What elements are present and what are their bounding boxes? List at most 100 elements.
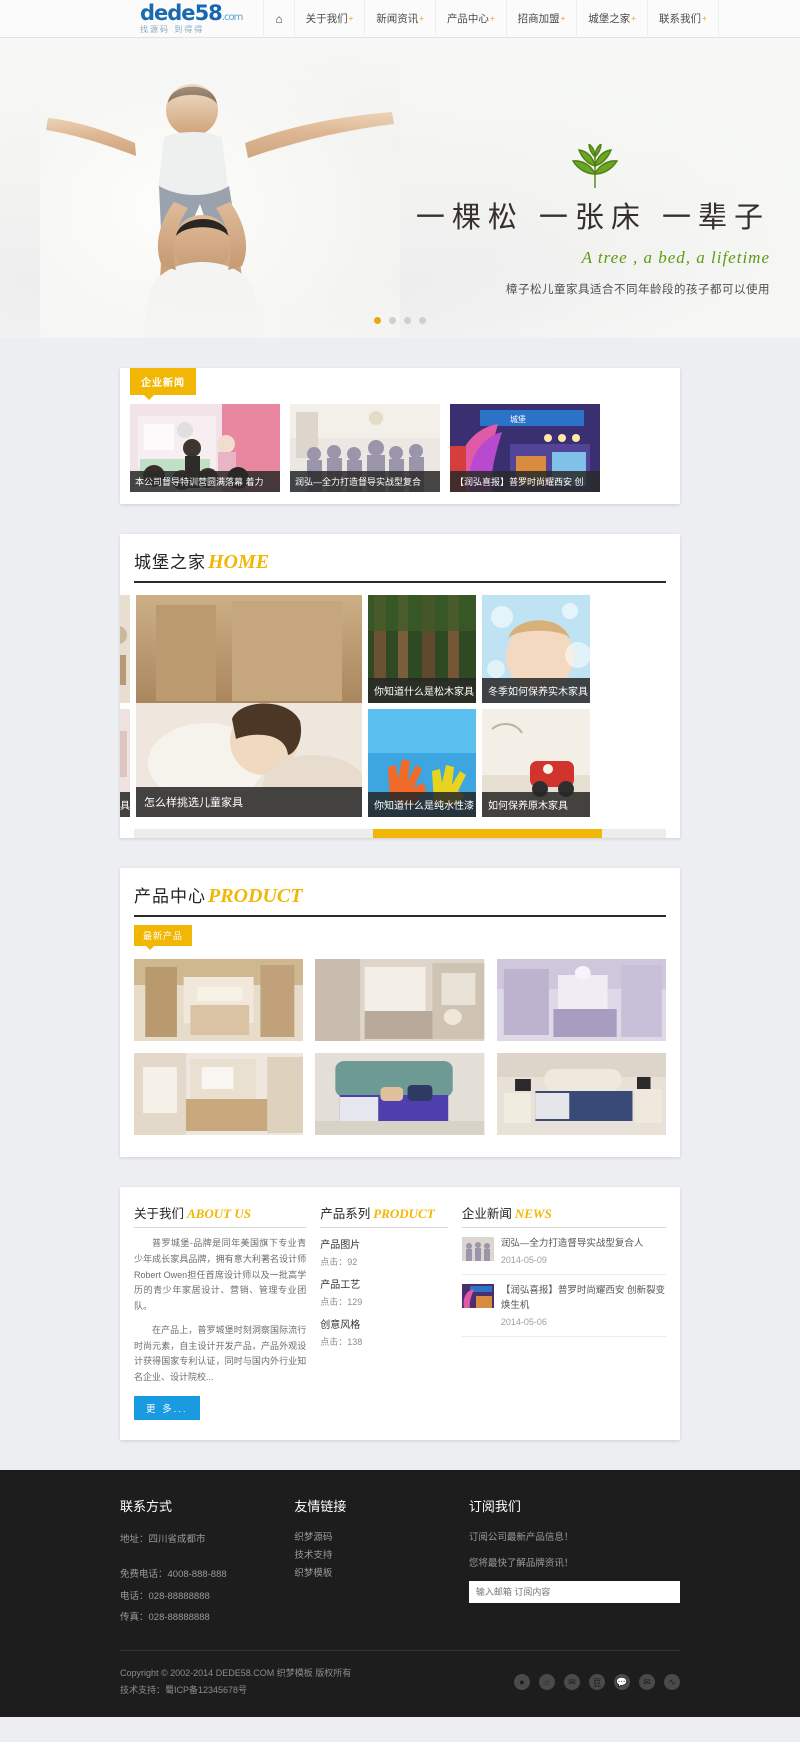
plus-icon: +	[560, 14, 566, 23]
nav-item-castle-home[interactable]: 城堡之家 +	[576, 0, 648, 38]
footer-copyright: Copyright © 2002-2014 DEDE58.COM 织梦模板 版权…	[120, 1668, 352, 1679]
about-column: 关于我们 ABOUT US 普罗城堡-品牌是同年美国旗下专业青少年成长家具品牌，…	[134, 1203, 307, 1420]
wechat-icon[interactable]: ✉	[564, 1674, 580, 1691]
news-meta: 润弘—全力打造督导实战型复合人 2014-05-09	[501, 1237, 666, 1265]
nav-item-news[interactable]: 新闻资讯 +	[364, 0, 436, 38]
rss-icon[interactable]: ∿	[664, 1674, 680, 1691]
nav-label: 城堡之家	[588, 13, 631, 25]
product-image-2	[315, 959, 485, 1041]
carousel-dot-1[interactable]	[374, 317, 381, 324]
nav-label: 产品中心	[446, 13, 489, 25]
series-title-cn: 产品系列	[320, 1207, 371, 1221]
carousel-dot-3[interactable]	[404, 317, 411, 324]
cases-card: 企业新闻 本公司督导特训营圆满落幕 着力 润弘—全力打造督导实战型复合 城堡 【…	[120, 368, 680, 504]
case-item[interactable]: 润弘—全力打造督导实战型复合	[290, 404, 440, 492]
footer-contact-column: 联系方式 地址：四川省成都市 免费电话：4008-888-888 电话：028-…	[120, 1496, 276, 1629]
home-col-2: 你知道什么是松木家具 你知道什么是纯水性漆	[368, 595, 476, 817]
home-tile-bubbles[interactable]: 冬季如何保养实木家具	[482, 595, 590, 703]
mail-icon[interactable]: ✉	[639, 1674, 655, 1691]
home-tile-toycar[interactable]: 如何保养原木家具	[482, 709, 590, 817]
product-image-4	[134, 1053, 304, 1135]
leaf-icon	[568, 142, 622, 190]
news-title: 润弘—全力打造督导实战型复合人	[500, 1238, 644, 1249]
info-card: 关于我们 ABOUT US 普罗城堡-品牌是同年美国旗下专业青少年成长家具品牌，…	[120, 1187, 680, 1440]
home-icon: ⌂	[275, 11, 283, 26]
page-root: dede58.com 找源码 到得得 ⌂ 关于我们 + 新闻资讯 + 产品中心 + 招…	[0, 0, 800, 1718]
footer-bottom: Copyright © 2002-2014 DEDE58.COM 织梦模板 版权…	[120, 1650, 680, 1717]
comment-icon[interactable]: 💬	[614, 1674, 630, 1691]
news-thumbnail	[461, 1284, 494, 1309]
nav-home[interactable]: ⌂	[263, 0, 295, 38]
about-more-button[interactable]: 更 多...	[134, 1395, 200, 1420]
series-header: 产品系列 PRODUCT	[320, 1203, 448, 1228]
news-item[interactable]: 润弘—全力打造督导实战型复合人 2014-05-09	[461, 1228, 666, 1276]
case-caption: 润弘—全力打造督导实战型复合	[290, 471, 440, 492]
series-item[interactable]: 创意风格 点击：138	[320, 1316, 448, 1348]
hero-subtitle-en: A tree , a bed, a lifetime	[581, 248, 770, 267]
series-item[interactable]: 产品工艺 点击：129	[320, 1276, 448, 1308]
douban-icon[interactable]: 豆	[589, 1674, 605, 1691]
about-paragraph-2: 在产品上，普罗城堡时刻洞察国际流行时尚元素，自主设计开发产品，产品外观设 计获得…	[134, 1324, 307, 1382]
nav-item-products[interactable]: 产品中心 +	[434, 0, 507, 38]
nav-item-franchise[interactable]: 招商加盟 +	[505, 0, 578, 38]
footer-social-icons: ● ☼ ✉ 豆 💬 ✉ ∿	[514, 1674, 680, 1691]
home-tile-caption: 冬季如何保养实木家具	[482, 678, 590, 703]
main-navigation: ⌂ 关于我们 + 新闻资讯 + 产品中心 + 招商加盟 + 城堡之家 + 联系我们 +	[263, 0, 719, 38]
home-gallery-scrollbar[interactable]	[134, 829, 666, 838]
product-cell[interactable]	[134, 959, 304, 1041]
qq-icon[interactable]: ●	[514, 1674, 530, 1691]
footer-address: 地址：四川省成都市	[120, 1533, 206, 1545]
plus-icon: +	[489, 14, 495, 23]
home-gallery-strip: 家具	[120, 595, 666, 817]
home-gallery-scroll-thumb[interactable]	[373, 829, 603, 838]
plus-icon: +	[419, 14, 424, 23]
carousel-dot-2[interactable]	[389, 317, 396, 324]
news-item[interactable]: 【润弘喜报】普罗时尚耀西安 创新裂变焕生机 2014-05-06	[461, 1275, 666, 1337]
product-image-6	[496, 1053, 666, 1135]
section-title-en: HOME	[208, 551, 270, 573]
news-header: 企业新闻 NEWS	[461, 1203, 666, 1228]
carousel-dot-4[interactable]	[419, 317, 426, 324]
home-tile-handprint[interactable]: 你知道什么是纯水性漆	[368, 709, 476, 817]
home-tile-forest[interactable]: 你知道什么是松木家具	[368, 595, 476, 703]
product-cell[interactable]	[496, 1053, 666, 1135]
home-tile-partial-bottom[interactable]: 家具	[120, 709, 130, 817]
about-title-en: ABOUT US	[187, 1206, 251, 1221]
news-title-cn: 企业新闻	[461, 1207, 512, 1221]
case-item[interactable]: 本公司督导特训营圆满落幕 着力	[130, 404, 280, 492]
home-section-wrapper: 城堡之家 HOME 家具	[0, 534, 800, 838]
footer-link-1[interactable]: 织梦源码	[294, 1529, 450, 1547]
site-logo[interactable]: dede58.com 找源码 到得得	[140, 1, 243, 34]
home-tile-feature[interactable]: 怎么样挑选儿童家具	[136, 595, 362, 817]
footer-fax: 传真：028-88888888	[120, 1611, 210, 1623]
series-item-hits: 点击：138	[320, 1337, 363, 1347]
logo-word: dede	[140, 1, 196, 25]
footer-icp: 技术支持：蜀ICP备12345678号	[120, 1685, 248, 1696]
home-tile-caption: 如何保养原木家具	[482, 792, 590, 817]
plus-icon: +	[348, 14, 354, 23]
nav-item-about[interactable]: 关于我们 +	[293, 0, 366, 38]
home-tile-caption: 家具	[120, 792, 130, 817]
product-cell[interactable]	[315, 959, 485, 1041]
product-cell[interactable]	[315, 1053, 485, 1135]
footer-subscribe-column: 订阅我们 订阅公司最新产品信息！ 您将最快了解品牌资讯！	[468, 1496, 681, 1629]
info-columns: 关于我们 ABOUT US 普罗城堡-品牌是同年美国旗下专业青少年成长家具品牌，…	[120, 1187, 680, 1440]
series-item[interactable]: 产品图片 点击：92	[320, 1236, 448, 1268]
product-cell[interactable]	[496, 959, 666, 1041]
case-item[interactable]: 城堡 【润弘喜报】普罗时尚耀西安 创	[450, 404, 600, 492]
weibo-icon[interactable]: ☼	[539, 1674, 555, 1691]
nav-item-contact[interactable]: 联系我们 +	[646, 0, 719, 38]
footer-contact-title: 联系方式	[120, 1498, 173, 1514]
series-title-en: PRODUCT	[373, 1206, 435, 1221]
footer-link-3[interactable]: 织梦模板	[294, 1565, 450, 1583]
home-tile-partial-top[interactable]	[120, 595, 130, 703]
hero-text-block: 一棵松 一张床 一辈子 A tree , a bed, a lifetime 樟…	[330, 142, 770, 297]
product-cell[interactable]	[134, 1053, 304, 1135]
subscribe-email-input[interactable]	[468, 1580, 681, 1603]
plus-icon: +	[631, 14, 636, 23]
product-section-card: 产品中心 PRODUCT 最新产品	[120, 868, 680, 1157]
footer-link-2[interactable]: 技术支持	[294, 1547, 450, 1565]
product-tag[interactable]: 最新产品	[134, 925, 193, 950]
footer-subscribe-note-1: 订阅公司最新产品信息！	[468, 1531, 574, 1543]
series-item-hits: 点击：92	[320, 1257, 358, 1267]
